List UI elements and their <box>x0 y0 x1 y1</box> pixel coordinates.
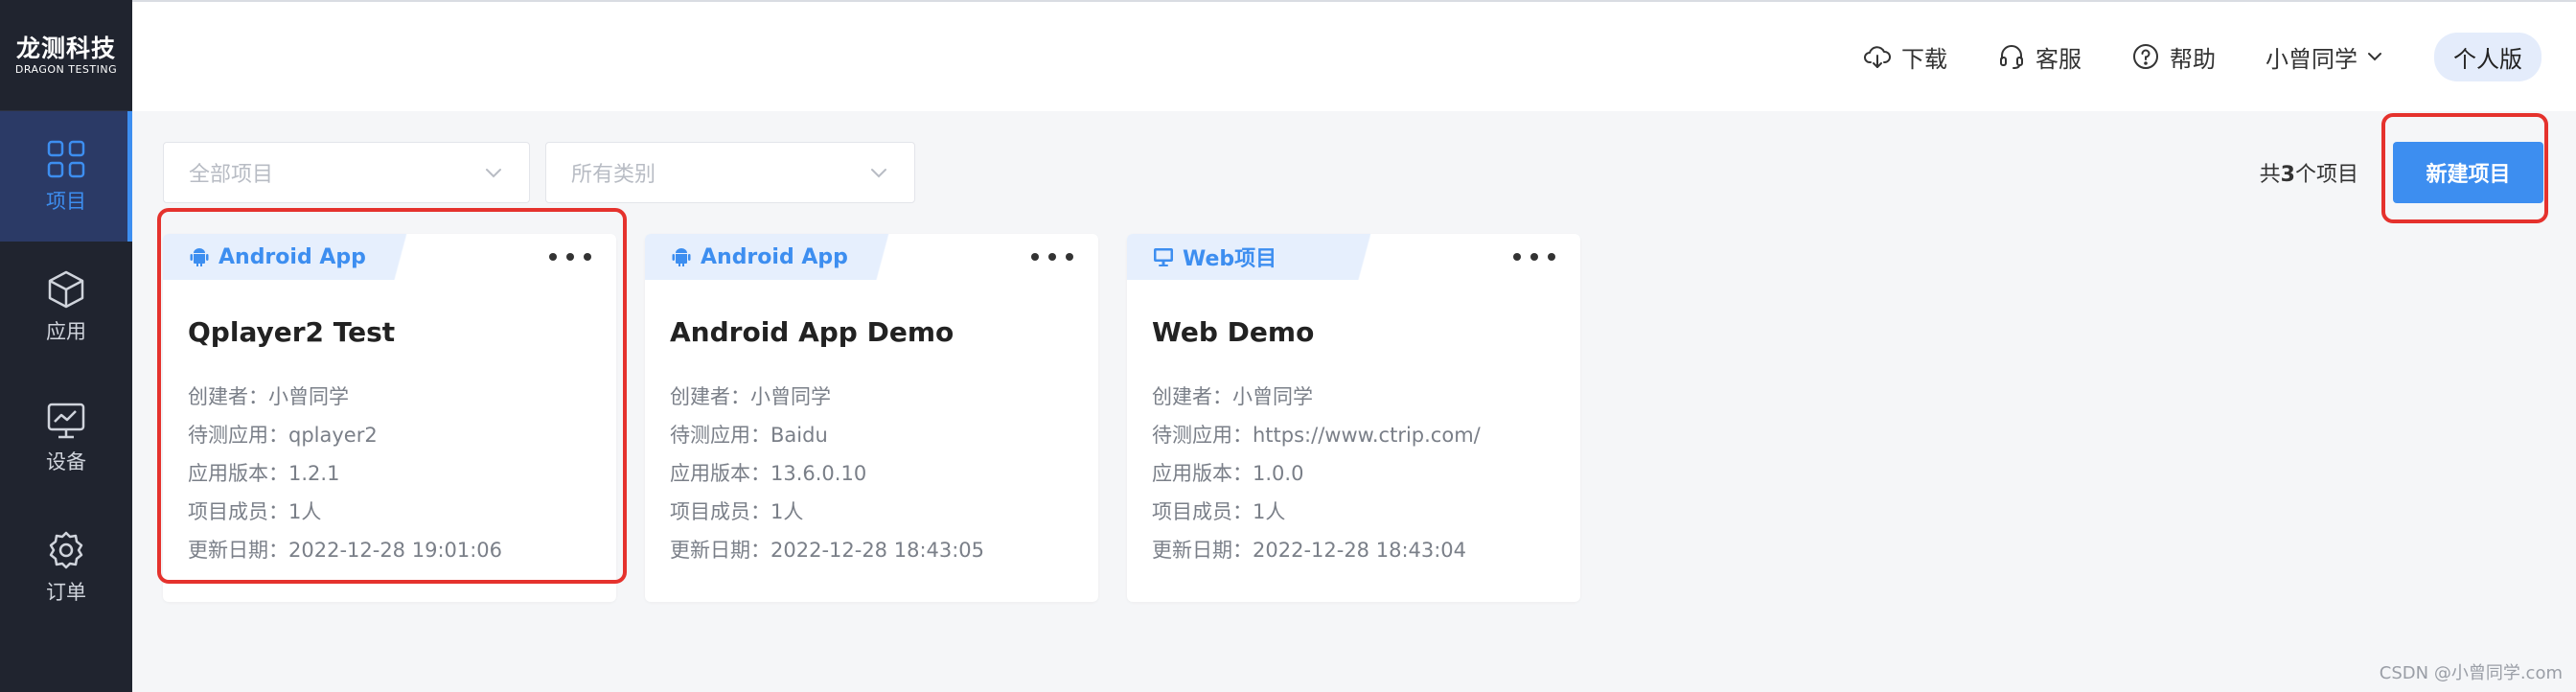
logo[interactable]: 龙测科技 DRAGON TESTING <box>0 0 132 111</box>
project-card[interactable]: Android App Qplayer2 Test 创建者：小曾同学 待测应用：… <box>163 234 616 602</box>
app-row: 待测应用：https://www.ctrip.com/ <box>1152 424 1481 447</box>
sidebar-item-projects[interactable]: 项目 <box>0 111 132 242</box>
top-header: 下载 客服 帮助 小曾同学 个人版 <box>132 0 2576 111</box>
updated-row: 更新日期：2022-12-28 18:43:05 <box>670 539 985 562</box>
cube-icon <box>48 270 84 309</box>
sidebar-item-devices[interactable]: 设备 <box>0 372 132 502</box>
grid-icon <box>47 140 85 178</box>
creator-row: 创建者：小曾同学 <box>188 385 349 408</box>
logo-subtext: DRAGON TESTING <box>14 62 118 76</box>
user-menu[interactable]: 小曾同学 <box>2266 40 2384 74</box>
project-type-label: Web项目 <box>1183 247 1277 271</box>
android-icon <box>672 248 691 266</box>
logo-text: 龙测科技 <box>15 34 116 62</box>
chevron-down-icon <box>871 169 886 178</box>
more-options-button[interactable] <box>1513 242 1555 272</box>
sidebar-item-label: 项目 <box>46 190 86 213</box>
new-project-button[interactable]: 新建项目 <box>2393 142 2543 203</box>
sidebar-item-orders[interactable]: 订单 <box>0 502 132 633</box>
category-filter-value: 所有类别 <box>571 163 656 187</box>
sidebar-item-label: 订单 <box>46 581 86 604</box>
project-type-tag: Android App <box>645 234 915 280</box>
sidebar-item-label: 应用 <box>46 320 86 343</box>
download-link[interactable]: 下载 <box>1863 40 1947 74</box>
monitor-icon <box>1154 248 1173 266</box>
members-row: 项目成员：1人 <box>670 500 804 523</box>
creator-row: 创建者：小曾同学 <box>670 385 831 408</box>
headset-icon <box>2000 45 2023 69</box>
project-info: 创建者：小曾同学 待测应用：qplayer2 应用版本：1.2.1 项目成员：1… <box>188 378 502 569</box>
project-title[interactable]: Web Demo <box>1152 316 1314 348</box>
version-row: 应用版本：1.2.1 <box>188 462 340 485</box>
count-prefix: 共 <box>2259 163 2281 187</box>
project-title[interactable]: Qplayer2 Test <box>188 316 395 348</box>
monitor-icon <box>47 403 85 439</box>
project-card[interactable]: Web项目 Web Demo 创建者：小曾同学 待测应用：https://www… <box>1127 234 1580 602</box>
more-options-button[interactable] <box>549 242 591 272</box>
help-icon <box>2133 44 2158 69</box>
download-label: 下载 <box>1901 45 1947 73</box>
updated-row: 更新日期：2022-12-28 19:01:06 <box>188 539 503 562</box>
sidebar: 龙测科技 DRAGON TESTING 项目 应用 设备 订单 <box>0 0 132 692</box>
watermark: CSDN @小曾同学.com <box>2379 663 2563 683</box>
app-row: 待测应用：Baidu <box>670 424 828 447</box>
project-info: 创建者：小曾同学 待测应用：Baidu 应用版本：13.6.0.10 项目成员：… <box>670 378 984 569</box>
project-info: 创建者：小曾同学 待测应用：https://www.ctrip.com/ 应用版… <box>1152 378 1481 569</box>
gear-icon <box>49 531 83 569</box>
chevron-down-icon <box>2368 53 2381 61</box>
category-filter-select[interactable]: 所有类别 <box>545 142 915 203</box>
help-link[interactable]: 帮助 <box>2131 40 2216 74</box>
cloud-download-icon <box>1864 46 1891 68</box>
help-label: 帮助 <box>2170 45 2216 73</box>
updated-row: 更新日期：2022-12-28 18:43:04 <box>1152 539 1467 562</box>
count-number: 3 <box>2280 163 2295 187</box>
project-type-label: Android App <box>701 244 848 269</box>
user-name: 小曾同学 <box>2266 45 2358 73</box>
support-label: 客服 <box>2036 45 2082 73</box>
support-link[interactable]: 客服 <box>1997 40 2082 74</box>
project-filter-value: 全部项目 <box>189 163 274 187</box>
project-type-tag: Android App <box>163 234 433 280</box>
members-row: 项目成员：1人 <box>188 500 322 523</box>
more-options-button[interactable] <box>1031 242 1073 272</box>
app-row: 待测应用：qplayer2 <box>188 424 378 447</box>
sidebar-item-label: 设备 <box>46 450 86 473</box>
chevron-down-icon <box>486 169 501 178</box>
creator-row: 创建者：小曾同学 <box>1152 385 1313 408</box>
sidebar-item-apps[interactable]: 应用 <box>0 242 132 372</box>
project-type-tag: Web项目 <box>1127 234 1397 280</box>
project-card[interactable]: Android App Android App Demo 创建者：小曾同学 待测… <box>645 234 1098 602</box>
project-count: 共3个项目 <box>2260 157 2358 188</box>
version-row: 应用版本：13.6.0.10 <box>670 462 867 485</box>
project-filter-select[interactable]: 全部项目 <box>163 142 530 203</box>
android-icon <box>190 248 209 266</box>
project-title[interactable]: Android App Demo <box>670 316 954 348</box>
count-suffix: 个项目 <box>2294 163 2358 187</box>
project-type-label: Android App <box>218 244 366 269</box>
edition-badge[interactable]: 个人版 <box>2434 32 2542 81</box>
version-row: 应用版本：1.0.0 <box>1152 462 1304 485</box>
members-row: 项目成员：1人 <box>1152 500 1286 523</box>
